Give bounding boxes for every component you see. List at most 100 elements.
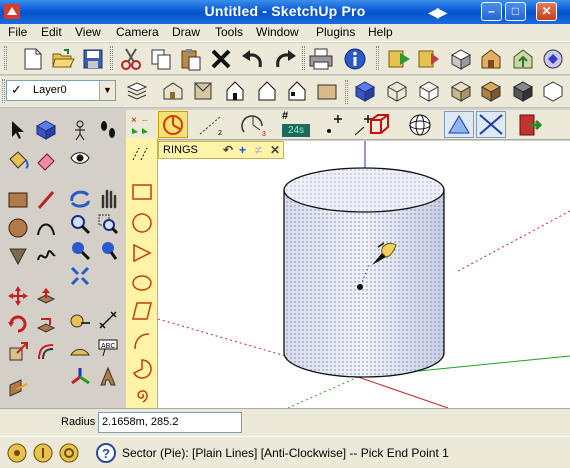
orbit-tool-icon[interactable] [66, 184, 94, 212]
minimize-button[interactable]: – [481, 2, 502, 21]
spiral-icon[interactable] [131, 384, 153, 406]
paint-bucket-icon[interactable] [4, 146, 32, 174]
protractor-icon[interactable] [66, 334, 94, 362]
maximize-button[interactable]: □ [505, 2, 526, 21]
3d-text-icon[interactable] [94, 362, 122, 390]
text-tool-icon[interactable]: ABC [94, 334, 122, 362]
undo-small-icon[interactable]: ↶ [223, 143, 233, 157]
look-around-icon[interactable] [66, 144, 94, 172]
toolbar-grip[interactable] [4, 46, 7, 70]
freehand-tool-icon[interactable] [32, 242, 60, 270]
layer-manager-icon[interactable] [122, 77, 152, 105]
nav-arrows-icon[interactable]: ◀▶ [428, 1, 454, 23]
copy-icon[interactable] [146, 45, 176, 73]
paste-icon[interactable] [176, 45, 206, 73]
sphere-tool-icon[interactable] [406, 112, 434, 138]
tape-measure-icon[interactable] [66, 306, 94, 334]
toolbar-grip[interactable] [376, 46, 379, 70]
toolbar-grip[interactable] [2, 79, 5, 103]
section-plane-icon[interactable] [4, 374, 32, 402]
segment-counter[interactable]: 24s [282, 124, 310, 137]
arc-outline-icon[interactable] [131, 330, 153, 352]
triangle-outline-icon[interactable] [131, 242, 153, 264]
shaded-textures-icon[interactable] [476, 77, 506, 105]
close-button[interactable]: ✕ [536, 2, 557, 21]
box-tool-icon[interactable] [366, 112, 392, 138]
menu-tools[interactable]: Tools [215, 25, 243, 39]
menu-help[interactable]: Help [368, 25, 393, 39]
close-rings-icon[interactable]: ✕ [270, 143, 280, 157]
make-component-icon[interactable] [32, 116, 60, 144]
open-icon[interactable] [48, 45, 78, 73]
top-view-icon[interactable] [188, 77, 218, 105]
geo-location-icon[interactable] [6, 442, 28, 464]
line-tool-icon[interactable] [32, 186, 60, 214]
triangle-tool[interactable] [444, 111, 474, 138]
import-icon[interactable] [384, 45, 414, 73]
menu-plugins[interactable]: Plugins [316, 25, 355, 39]
parallelogram-icon[interactable] [131, 300, 153, 322]
chevron-down-icon[interactable]: ▼ [99, 81, 115, 100]
share-model-icon[interactable] [508, 45, 538, 73]
measurements-input[interactable]: 2.1658m, 285.2 [98, 412, 242, 433]
walk-icon[interactable] [66, 116, 94, 144]
zoom-tool-icon[interactable] [66, 210, 94, 238]
add-point-icon[interactable] [322, 113, 348, 137]
menu-camera[interactable]: Camera [116, 25, 159, 39]
user-icon[interactable] [58, 442, 80, 464]
ellipse-icon[interactable] [131, 272, 153, 294]
monochrome-icon[interactable] [508, 77, 538, 105]
cylinder-model[interactable] [283, 167, 445, 378]
freehand-line-icon[interactable] [131, 144, 153, 164]
arc-tool-icon[interactable]: 3 [240, 112, 268, 138]
toolbar-grip[interactable] [110, 46, 113, 70]
menu-draw[interactable]: Draw [172, 25, 200, 39]
polygon-tool-icon[interactable] [4, 242, 32, 270]
iso-view-icon[interactable] [158, 77, 188, 105]
toolbar-grip[interactable] [345, 80, 348, 104]
erase-icon[interactable] [206, 45, 236, 73]
move-tool-icon[interactable] [4, 282, 32, 310]
extension-icon[interactable] [538, 45, 568, 73]
circle-icon[interactable] [131, 212, 153, 234]
plugin-axes-icon[interactable]: × – [130, 114, 156, 136]
previous-view-icon[interactable] [66, 236, 94, 264]
back-view-icon[interactable] [282, 77, 312, 105]
exit-icon[interactable] [516, 112, 542, 138]
print-icon[interactable] [306, 45, 336, 73]
follow-me-icon[interactable] [32, 310, 60, 338]
eraser-icon[interactable] [32, 146, 60, 174]
info-icon[interactable] [340, 45, 370, 73]
menu-file[interactable]: File [8, 25, 27, 39]
components-icon[interactable] [446, 45, 476, 73]
line-segment-icon[interactable]: 2 [198, 113, 224, 137]
pie-icon[interactable] [131, 358, 153, 380]
front-view-icon[interactable] [220, 77, 250, 105]
toolbar-grip[interactable] [302, 46, 305, 70]
add-ring-icon[interactable]: + [239, 143, 246, 157]
cross-tool[interactable] [476, 111, 506, 138]
wireframe-icon[interactable] [382, 77, 412, 105]
rotate-tool-icon[interactable] [4, 310, 32, 338]
modeling-viewport[interactable] [158, 141, 570, 408]
sector-pie-tool[interactable] [158, 111, 188, 138]
push-pull-icon[interactable] [32, 282, 60, 310]
shaded-icon[interactable] [446, 77, 476, 105]
rectangle-icon[interactable] [131, 182, 153, 202]
layer-select[interactable]: ✓ Layer0 ▼ [6, 80, 116, 101]
arc-icon[interactable] [32, 214, 60, 242]
credits-icon[interactable] [32, 442, 54, 464]
zoom-extents-icon[interactable] [66, 262, 94, 290]
cut-icon[interactable] [116, 45, 146, 73]
dimension-tool-icon[interactable] [94, 306, 122, 334]
new-icon[interactable] [18, 45, 48, 73]
export-icon[interactable] [414, 45, 444, 73]
pan-tool-icon[interactable] [94, 184, 122, 212]
menu-view[interactable]: View [75, 25, 101, 39]
scale-tool-icon[interactable] [4, 338, 32, 366]
select-tool-icon[interactable] [4, 116, 32, 144]
help-icon[interactable]: ? [95, 442, 117, 464]
footprints-icon[interactable] [94, 116, 122, 144]
redo-icon[interactable] [270, 45, 300, 73]
save-icon[interactable] [78, 45, 108, 73]
